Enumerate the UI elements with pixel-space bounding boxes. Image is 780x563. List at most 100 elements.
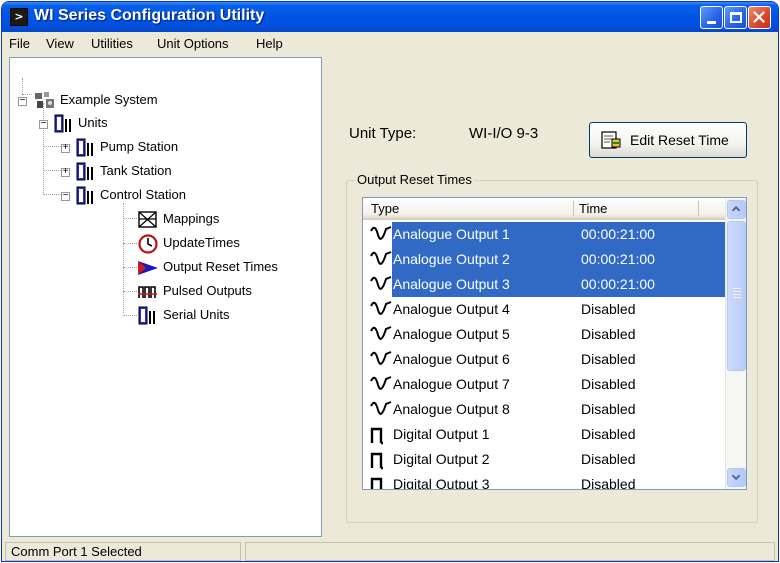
cell-type: Analogue Output 1 [393, 226, 510, 242]
cell-time: Disabled [581, 401, 636, 417]
table-row[interactable]: Digital Output 1 Disabled [363, 422, 725, 447]
cell-type: Digital Output 1 [393, 426, 490, 442]
cell-time: Disabled [581, 476, 636, 490]
table-row[interactable]: Analogue Output 1 00:00:21:00 [363, 222, 725, 247]
table-row[interactable]: Analogue Output 8 Disabled [363, 397, 725, 422]
maximize-button[interactable] [724, 6, 747, 29]
edit-reset-time-button[interactable]: Edit Reset Time [589, 122, 747, 158]
menu-view[interactable]: View [46, 36, 74, 51]
maximize-icon [730, 12, 742, 23]
analogue-wave-icon [369, 400, 393, 420]
cell-time: 00:00:21:00 [581, 226, 655, 242]
table-row[interactable]: Analogue Output 2 00:00:21:00 [363, 247, 725, 272]
digital-pulse-icon [369, 425, 393, 445]
tree-label: Units [78, 115, 108, 130]
menu-file[interactable]: File [9, 36, 30, 51]
collapse-icon[interactable]: − [18, 95, 27, 106]
cell-type: Analogue Output 3 [393, 276, 510, 292]
unit-rack-icon [76, 162, 93, 181]
unit-rack-icon [138, 306, 155, 325]
analogue-wave-icon [369, 375, 393, 395]
cell-time: Disabled [581, 451, 636, 467]
table-row[interactable]: Analogue Output 4 Disabled [363, 297, 725, 322]
unit-rack-icon [76, 138, 93, 157]
cell-time: Disabled [581, 326, 636, 342]
cell-type: Analogue Output 4 [393, 301, 510, 317]
mappings-icon [138, 211, 157, 228]
edit-button-label: Edit Reset Time [630, 132, 729, 148]
status-panel-secondary [245, 542, 775, 561]
cell-time: Disabled [581, 301, 636, 317]
status-bar: Comm Port 1 Selected [2, 540, 778, 561]
tree-label: Pump Station [100, 139, 179, 154]
table-row[interactable]: Digital Output 2 Disabled [363, 447, 725, 472]
cell-time: Disabled [581, 376, 636, 392]
menu-help[interactable]: Help [256, 36, 283, 51]
cell-type: Analogue Output 6 [393, 351, 510, 367]
unit-tree[interactable]: − Example System − Units + Pump Station … [9, 57, 322, 537]
scroll-up-button[interactable] [727, 200, 746, 219]
analogue-wave-icon [369, 250, 393, 270]
vertical-scrollbar[interactable] [725, 198, 746, 489]
cell-time: 00:00:21:00 [581, 251, 655, 267]
tree-label: Serial Units [163, 307, 230, 322]
cell-time: 00:00:21:00 [581, 276, 655, 292]
app-window: > WI Series Configuration Utility File V… [1, 1, 779, 562]
group-title: Output Reset Times [355, 172, 474, 187]
expand-icon[interactable]: + [61, 142, 70, 153]
analogue-wave-icon [369, 275, 393, 295]
cell-type: Digital Output 2 [393, 451, 490, 467]
digital-pulse-icon [369, 475, 393, 489]
cell-time: Disabled [581, 351, 636, 367]
list-header: Type Time [363, 198, 725, 220]
system-icon [35, 92, 54, 108]
analogue-wave-icon [369, 225, 393, 245]
column-header-type[interactable]: Type [371, 201, 399, 216]
edit-document-icon [601, 131, 621, 149]
unit-type-label: Unit Type: [349, 125, 417, 142]
tree-label: Pulsed Outputs [163, 283, 252, 298]
tree-label: Mappings [163, 211, 220, 226]
status-text: Comm Port 1 Selected [11, 544, 142, 559]
table-row[interactable]: Analogue Output 3 00:00:21:00 [363, 272, 725, 297]
analogue-wave-icon [369, 300, 393, 320]
window-title: WI Series Configuration Utility [34, 7, 265, 24]
unit-type-value: WI-I/O 9-3 [469, 125, 539, 142]
clock-icon [138, 234, 158, 254]
minimize-button[interactable] [700, 6, 723, 29]
arrow-icon [138, 261, 158, 275]
scroll-down-button[interactable] [727, 468, 746, 487]
chevron-down-icon [731, 474, 741, 481]
table-row[interactable]: Analogue Output 7 Disabled [363, 372, 725, 397]
reset-times-list[interactable]: Type Time Analogue Output 1 00:00:21:00 An… [362, 197, 747, 490]
detail-pane: Unit Type: WI-I/O 9-3 Edit Reset Time Ou… [327, 57, 775, 537]
menu-bar: File View Utilities Unit Options Help [2, 32, 778, 54]
collapse-icon[interactable]: − [61, 190, 70, 201]
tree-label: UpdateTimes [163, 235, 240, 250]
table-row[interactable]: Analogue Output 5 Disabled [363, 322, 725, 347]
close-icon [753, 11, 765, 23]
analogue-wave-icon [369, 325, 393, 345]
table-row[interactable]: Analogue Output 6 Disabled [363, 347, 725, 372]
scroll-thumb[interactable] [727, 221, 746, 371]
close-button[interactable] [748, 6, 771, 29]
output-reset-times-group: Output Reset Times Type Time Analogue Ou… [346, 172, 758, 523]
unit-rack-icon [54, 114, 71, 133]
menu-utilities[interactable]: Utilities [91, 36, 133, 51]
collapse-icon[interactable]: − [39, 118, 48, 129]
cell-type: Analogue Output 5 [393, 326, 510, 342]
expand-icon[interactable]: + [61, 166, 70, 177]
column-header-time[interactable]: Time [579, 201, 607, 216]
minimize-icon [707, 21, 716, 24]
status-panel-port: Comm Port 1 Selected [5, 542, 241, 561]
menu-unit-options[interactable]: Unit Options [157, 36, 229, 51]
digital-pulse-icon [369, 450, 393, 470]
unit-rack-icon [76, 186, 93, 205]
cell-type: Analogue Output 8 [393, 401, 510, 417]
app-icon[interactable]: > [10, 8, 28, 26]
tree-label: Example System [60, 92, 158, 107]
cell-type: Analogue Output 2 [393, 251, 510, 267]
title-bar[interactable]: > WI Series Configuration Utility [2, 2, 778, 32]
cell-type: Analogue Output 7 [393, 376, 510, 392]
table-row[interactable]: Digital Output 3 Disabled [363, 472, 725, 490]
